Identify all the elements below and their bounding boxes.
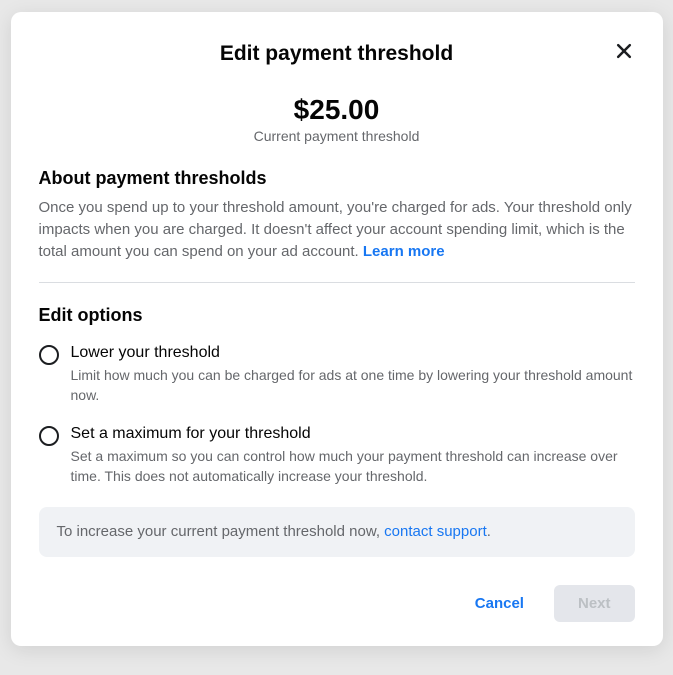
radio-title: Lower your threshold [71,344,635,362]
cancel-button[interactable]: Cancel [457,585,542,622]
threshold-amount: $25.00 [39,94,635,126]
radio-content: Set a maximum for your threshold Set a m… [71,425,635,486]
close-icon [614,41,634,61]
info-prefix: To increase your current payment thresho… [57,523,385,540]
edit-options-heading: Edit options [39,305,635,326]
radio-option-set-maximum[interactable]: Set a maximum for your threshold Set a m… [39,425,635,486]
about-body: Once you spend up to your threshold amou… [39,199,632,260]
modal-footer: Cancel Next [39,585,635,622]
radio-description: Limit how much you can be charged for ad… [71,366,635,405]
radio-description: Set a maximum so you can control how muc… [71,447,635,486]
info-box: To increase your current payment thresho… [39,507,635,557]
about-heading: About payment thresholds [39,168,635,189]
next-button[interactable]: Next [554,585,635,622]
close-button[interactable] [609,36,639,66]
radio-content: Lower your threshold Limit how much you … [71,344,635,405]
about-text: Once you spend up to your threshold amou… [39,197,635,262]
contact-support-link[interactable]: contact support [384,523,487,540]
radio-icon [39,426,59,446]
edit-payment-threshold-modal: Edit payment threshold $25.00 Current pa… [11,12,663,646]
info-suffix: . [487,523,491,540]
modal-header: Edit payment threshold [39,32,635,66]
radio-title: Set a maximum for your threshold [71,425,635,443]
divider [39,282,635,283]
learn-more-link[interactable]: Learn more [363,243,445,260]
modal-title: Edit payment threshold [220,42,453,66]
radio-option-lower-threshold[interactable]: Lower your threshold Limit how much you … [39,344,635,405]
info-text: To increase your current payment thresho… [57,523,491,540]
threshold-amount-label: Current payment threshold [39,128,635,144]
radio-icon [39,345,59,365]
current-threshold-block: $25.00 Current payment threshold [39,94,635,144]
